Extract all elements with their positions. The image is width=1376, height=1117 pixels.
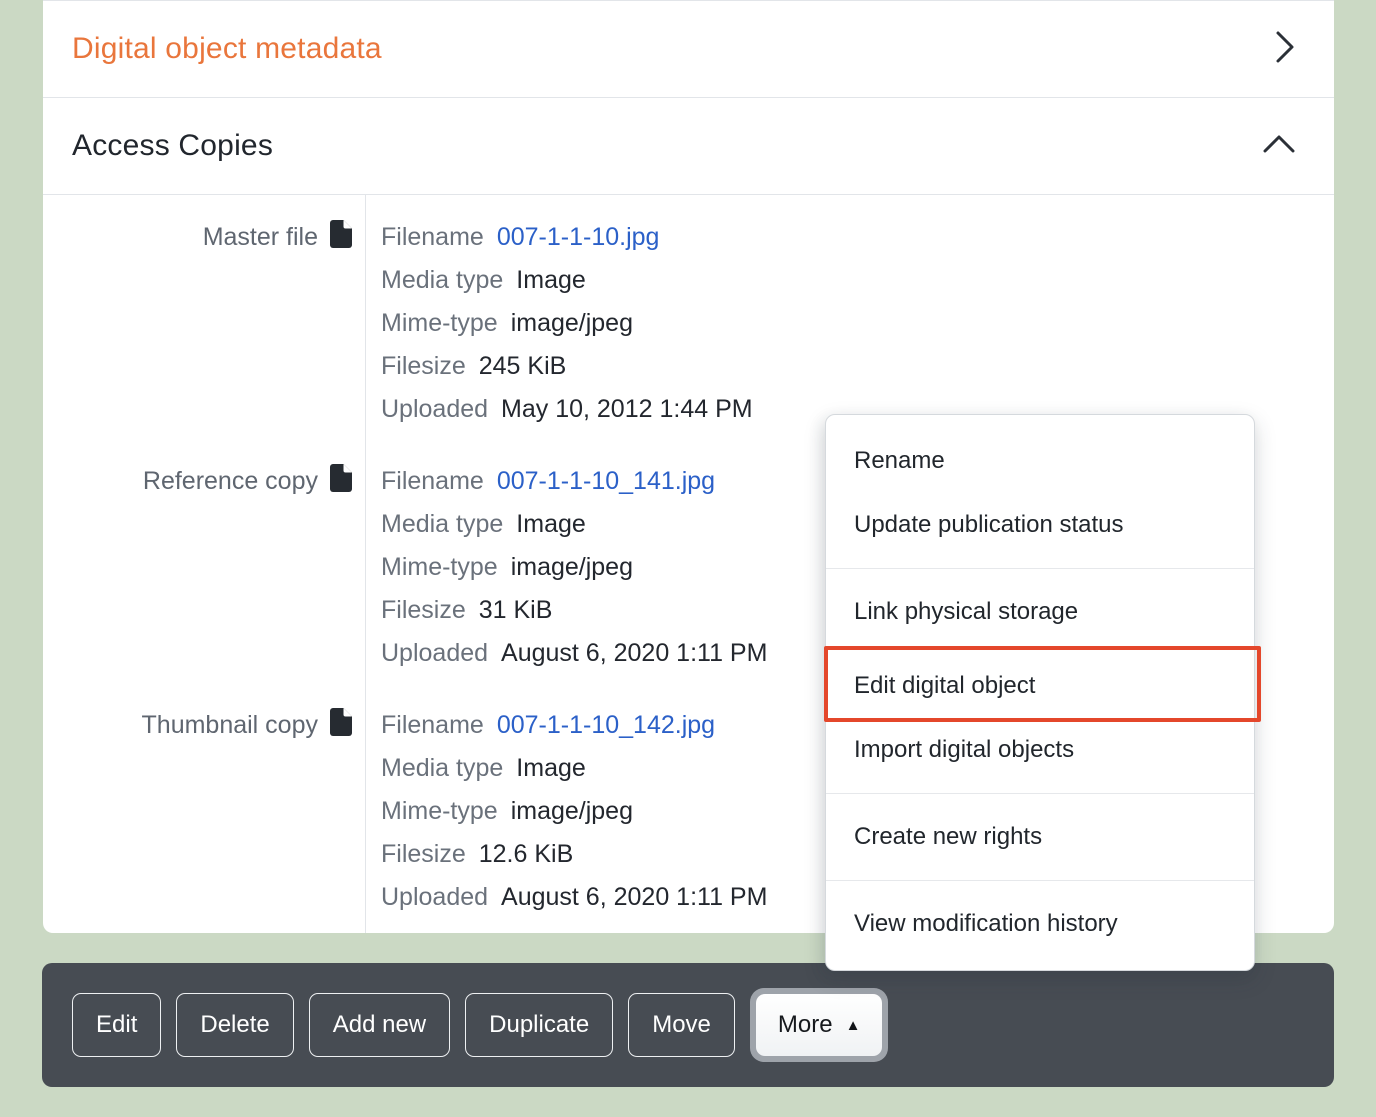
file-row-label-cell: Reference copy [43,460,365,503]
field-label: Filesize [381,352,466,380]
field-label: Mime-type [381,553,498,581]
field-label: Media type [381,510,503,538]
menu-item-view-modification-history[interactable]: View modification history [826,892,1254,956]
delete-button[interactable]: Delete [176,993,293,1057]
menu-item-highlight-wrap: Edit digital object [826,654,1254,718]
more-button[interactable]: More ▲ [756,994,883,1056]
field-value: image/jpeg [511,309,633,337]
field-value: 12.6 KiB [479,840,574,868]
panel-title-digital-object-metadata: Digital object metadata [72,32,382,66]
action-bar: Edit Delete Add new Duplicate Move More … [42,963,1334,1087]
more-button-label: More [778,1010,833,1040]
more-button-focus-ring: More ▲ [750,988,889,1062]
menu-item-import-digital-objects[interactable]: Import digital objects [826,718,1254,782]
file-row-master: Master file Filename 007-1-1-10.jpg Media… [43,216,1334,431]
menu-divider [826,568,1254,569]
menu-item-update-publication-status[interactable]: Update publication status [826,493,1254,557]
field-label: Uploaded [381,639,488,667]
menu-divider [826,793,1254,794]
panel-header-access-copies[interactable]: Access Copies [43,98,1334,195]
move-button[interactable]: Move [628,993,735,1057]
filename-link[interactable]: 007-1-1-10.jpg [497,223,660,251]
file-icon [330,708,352,741]
menu-item-link-physical-storage[interactable]: Link physical storage [826,580,1254,644]
file-row-label-cell: Master file [43,216,365,259]
menu-divider [826,880,1254,881]
menu-item-rename[interactable]: Rename [826,429,1254,493]
field-label: Mime-type [381,797,498,825]
menu-item-create-new-rights[interactable]: Create new rights [826,805,1254,869]
field-value: image/jpeg [511,797,633,825]
field-value: May 10, 2012 1:44 PM [501,395,753,423]
chevron-up-icon [1262,133,1296,160]
field-value: Image [516,754,585,782]
file-row-label-cell: Thumbnail copy [43,704,365,747]
field-label: Mime-type [381,309,498,337]
file-row-label: Master file [203,223,318,252]
field-label: Media type [381,266,503,294]
chevron-right-icon [1274,30,1296,69]
field-label: Uploaded [381,883,488,911]
file-row-label: Reference copy [143,467,318,496]
field-label: Media type [381,754,503,782]
field-label: Filesize [381,596,466,624]
file-row-label: Thumbnail copy [142,711,318,740]
edit-button[interactable]: Edit [72,993,161,1057]
field-label: Filename [381,223,484,251]
panel-title-access-copies: Access Copies [72,129,273,163]
add-new-button[interactable]: Add new [309,993,450,1057]
filename-link[interactable]: 007-1-1-10_142.jpg [497,711,715,739]
field-label: Filesize [381,840,466,868]
field-value: image/jpeg [511,553,633,581]
field-value: Image [516,266,585,294]
menu-item-edit-digital-object[interactable]: Edit digital object [826,654,1254,718]
more-dropup-menu: Rename Update publication status Link ph… [825,414,1255,971]
field-label: Filename [381,467,484,495]
field-label: Filename [381,711,484,739]
caret-up-icon: ▲ [846,1018,861,1033]
file-row-values: Filename 007-1-1-10_141.jpg Media type Ima… [365,460,767,675]
field-value: August 6, 2020 1:11 PM [501,639,767,667]
file-row-values: Filename 007-1-1-10.jpg Media type Image M… [365,216,753,431]
field-value: August 6, 2020 1:11 PM [501,883,767,911]
field-value: 245 KiB [479,352,567,380]
filename-link[interactable]: 007-1-1-10_141.jpg [497,467,715,495]
file-icon [330,464,352,497]
field-label: Uploaded [381,395,488,423]
file-icon [330,220,352,253]
file-row-values: Filename 007-1-1-10_142.jpg Media type Ima… [365,704,767,919]
panel-header-digital-object-metadata[interactable]: Digital object metadata [43,1,1334,98]
field-value: Image [516,510,585,538]
duplicate-button[interactable]: Duplicate [465,993,613,1057]
field-value: 31 KiB [479,596,553,624]
